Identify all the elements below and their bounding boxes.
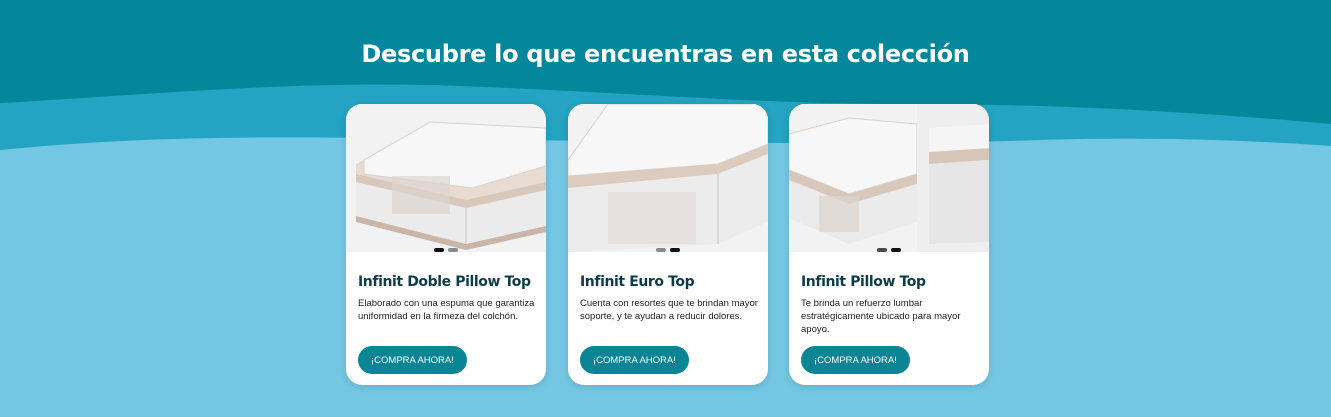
carousel-dot[interactable] — [448, 248, 458, 252]
carousel-dot[interactable] — [670, 248, 680, 252]
product-description: Cuenta con resortes que te brindan mayor… — [580, 298, 758, 322]
mattress-image — [789, 104, 989, 252]
carousel-dots — [789, 248, 989, 254]
carousel-dot[interactable] — [656, 248, 666, 252]
product-card[interactable]: Infinit Euro Top Cuenta con resortes que… — [568, 104, 768, 385]
product-image-carousel[interactable] — [789, 104, 989, 252]
product-image-carousel[interactable] — [568, 104, 768, 252]
carousel-dots — [568, 248, 768, 254]
carousel-dot[interactable] — [434, 248, 444, 252]
product-card[interactable]: Infinit Pillow Top Te brinda un refuerzo… — [789, 104, 989, 385]
product-image-carousel[interactable] — [346, 104, 546, 252]
product-title[interactable]: Infinit Doble Pillow Top — [358, 274, 538, 290]
mattress-image — [346, 104, 546, 252]
carousel-dots — [346, 248, 546, 254]
buy-now-button[interactable]: ¡COMPRA AHORA! — [358, 346, 467, 374]
buy-now-button[interactable]: ¡COMPRA AHORA! — [580, 346, 689, 374]
carousel-dot[interactable] — [877, 248, 887, 252]
product-title[interactable]: Infinit Euro Top — [580, 274, 760, 290]
product-description: Elaborado con una espuma que garantiza u… — [358, 298, 535, 322]
buy-now-button[interactable]: ¡COMPRA AHORA! — [801, 346, 910, 374]
product-card[interactable]: Infinit Doble Pillow Top Elaborado con u… — [346, 104, 546, 385]
product-title[interactable]: Infinit Pillow Top — [801, 274, 981, 290]
section-title: Descubre lo que encuentras en esta colec… — [361, 40, 970, 68]
carousel-dot[interactable] — [891, 248, 901, 252]
product-description: Te brinda un refuerzo lumbar estratégica… — [801, 298, 961, 335]
mattress-image — [568, 104, 768, 252]
